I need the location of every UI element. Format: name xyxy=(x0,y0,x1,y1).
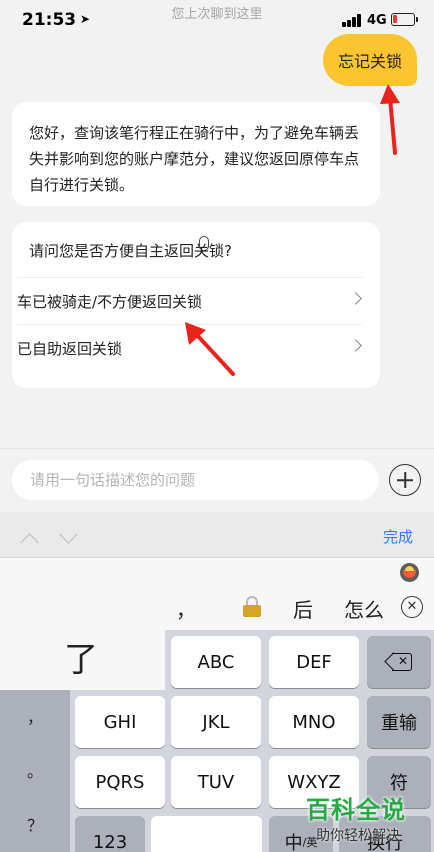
candidate-comma[interactable]: ， xyxy=(176,594,196,623)
option-label: 已自助返回关锁 xyxy=(17,339,123,358)
watermark: 百科全说 助你轻松解决 xyxy=(306,790,426,845)
space-key[interactable] xyxy=(151,816,262,852)
chevron-up-icon[interactable] xyxy=(20,533,39,552)
key-mno[interactable]: MNO xyxy=(269,696,359,748)
battery-icon xyxy=(391,13,418,26)
delete-key[interactable]: ✕ xyxy=(367,636,431,688)
microphone-icon[interactable] xyxy=(199,236,209,251)
number-key[interactable]: 123 xyxy=(75,816,145,852)
signal-icon xyxy=(342,14,362,27)
reenter-key[interactable]: 重输 xyxy=(367,696,431,748)
candidate-zenme[interactable]: 怎么 xyxy=(344,594,384,623)
pinyin-preview: 了 xyxy=(64,640,98,680)
watermark-sub: 助你轻松解决 xyxy=(316,828,400,844)
network-type: 4G xyxy=(367,13,387,28)
arrow-to-user-bubble xyxy=(380,84,400,155)
key-ghi[interactable]: GHI xyxy=(75,696,165,748)
close-icon[interactable]: ✕ xyxy=(401,596,423,618)
question-input[interactable] xyxy=(12,460,379,500)
lock-icon[interactable] xyxy=(243,596,261,617)
bot-message-card: 您好，查询该笔行程正在骑行中，为了避免车辆丢失并影响到您的账户摩范分，建议您返回… xyxy=(12,102,380,206)
language-key-label: 中 xyxy=(284,833,303,852)
punct-period[interactable]: 。 xyxy=(0,744,70,800)
option-bike-taken[interactable]: 车已被骑走/不方便返回关锁 xyxy=(17,277,362,324)
keyboard-emoji-icon[interactable] xyxy=(400,563,419,582)
done-button[interactable]: 完成 xyxy=(383,526,413,547)
option-returned-locked[interactable]: 已自助返回关锁 xyxy=(17,324,362,371)
plus-icon[interactable] xyxy=(389,464,421,496)
chevron-right-icon xyxy=(349,292,362,305)
emoji-bar xyxy=(0,558,434,586)
option-label: 车已被骑走/不方便返回关锁 xyxy=(17,292,203,311)
bot-message-text: 您好，查询该笔行程正在骑行中，为了避免车辆丢失并影响到您的账户摩范分，建议您返回… xyxy=(29,124,360,194)
punct-comma[interactable]: ， xyxy=(0,690,70,746)
key-abc[interactable]: ABC xyxy=(171,636,261,688)
watermark-main: 百科全说 xyxy=(306,796,406,824)
input-area xyxy=(0,448,434,512)
backspace-icon: ✕ xyxy=(384,652,412,671)
key-jkl[interactable]: JKL xyxy=(171,696,261,748)
candidate-bar: ， 后 怎么 ✕ xyxy=(0,586,434,630)
punctuation-column: ， 。 ？ xyxy=(0,690,70,852)
key-pqrs[interactable]: PQRS xyxy=(75,756,165,808)
keyboard-accessory-bar: 完成 xyxy=(0,512,434,558)
chevron-down-icon[interactable] xyxy=(59,525,78,544)
pinyin-pane: 了 xyxy=(0,630,165,690)
punct-question[interactable]: ？ xyxy=(0,798,70,852)
key-tuv[interactable]: TUV xyxy=(171,756,261,808)
user-message-bubble: 忘记关锁 xyxy=(323,34,417,86)
key-def[interactable]: DEF xyxy=(269,636,359,688)
candidate-hou[interactable]: 后 xyxy=(293,594,313,623)
chevron-right-icon xyxy=(349,339,362,352)
